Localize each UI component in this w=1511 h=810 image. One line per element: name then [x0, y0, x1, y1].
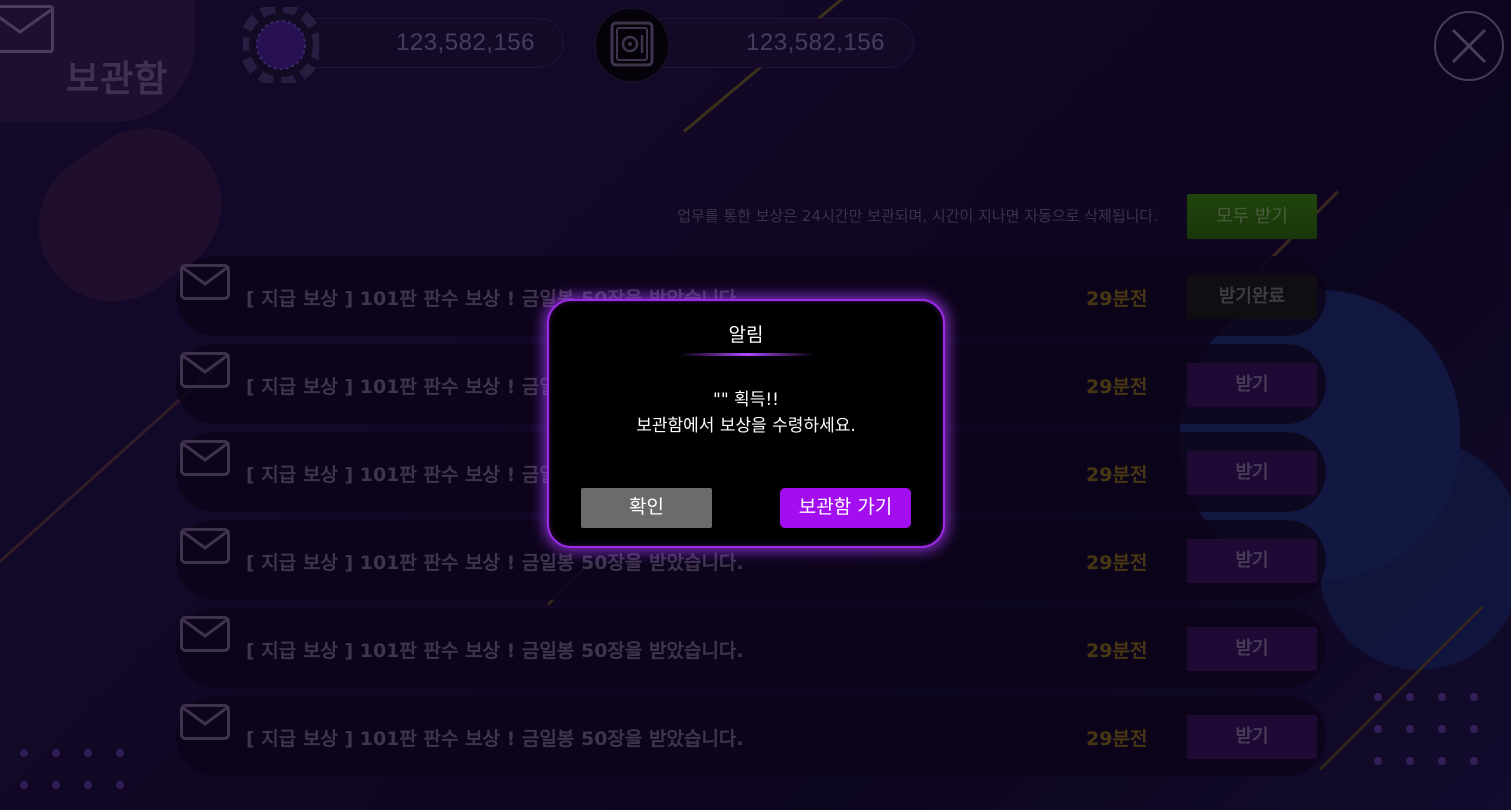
dialog-title: 알림: [728, 324, 764, 346]
alert-dialog: 알림 "" 획득!! 보관함에서 보상을 수령하세요. 확인 보관함 가기: [547, 299, 945, 548]
dialog-message-line1: "" 획득!!: [713, 390, 779, 410]
dialog-message-line2: 보관함에서 보상을 수령하세요.: [636, 416, 856, 436]
go-to-storage-button[interactable]: 보관함 가기: [780, 488, 911, 528]
dialog-divider: [679, 353, 815, 356]
confirm-button[interactable]: 확인: [581, 488, 712, 528]
dialog-message: "" 획득!! 보관함에서 보상을 수령하세요.: [549, 387, 943, 439]
